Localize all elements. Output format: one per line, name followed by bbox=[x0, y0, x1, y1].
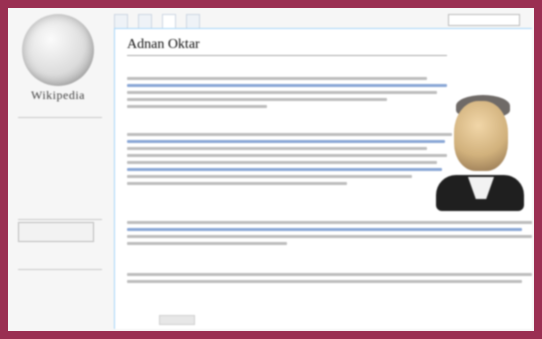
sidebar-section-toolbox bbox=[18, 268, 102, 272]
text-line bbox=[127, 133, 452, 136]
title-divider bbox=[127, 55, 447, 56]
article-paragraph bbox=[127, 217, 532, 249]
text-line bbox=[127, 168, 442, 171]
portrait-face bbox=[454, 101, 508, 171]
article-paragraph bbox=[127, 269, 532, 287]
screenshot-frame: Wikipedia Adnan Oktar bbox=[0, 0, 542, 339]
text-line bbox=[127, 154, 447, 157]
wikipedia-logo[interactable]: Wikipedia bbox=[16, 14, 100, 102]
page-tabs bbox=[114, 14, 200, 28]
text-line bbox=[127, 228, 522, 231]
tab-history[interactable] bbox=[186, 14, 200, 28]
text-line bbox=[127, 77, 427, 80]
browser-window: Wikipedia Adnan Oktar bbox=[10, 10, 532, 329]
text-line bbox=[127, 235, 532, 238]
sidebar-section-navigation bbox=[18, 116, 102, 120]
portrait-image bbox=[436, 91, 524, 211]
search-input[interactable] bbox=[448, 14, 520, 26]
article-paragraph bbox=[127, 73, 457, 112]
text-line bbox=[127, 105, 267, 108]
sidebar-heading-search bbox=[18, 218, 102, 220]
sidebar-heading-toolbox bbox=[18, 268, 102, 270]
page-title: Adnan Oktar bbox=[127, 37, 200, 52]
text-line bbox=[127, 84, 447, 87]
globe-icon bbox=[22, 14, 94, 86]
text-line bbox=[127, 91, 437, 94]
article-content: Adnan Oktar bbox=[114, 28, 532, 329]
text-line bbox=[127, 175, 412, 178]
tab-article[interactable] bbox=[114, 14, 128, 28]
text-line bbox=[127, 242, 287, 245]
text-line bbox=[127, 140, 445, 143]
text-line bbox=[127, 273, 532, 276]
text-line bbox=[127, 147, 427, 150]
tab-edit[interactable] bbox=[162, 14, 176, 28]
article-paragraph bbox=[127, 129, 457, 189]
tab-discussion[interactable] bbox=[138, 14, 152, 28]
logo-wordmark: Wikipedia bbox=[31, 88, 85, 102]
text-line bbox=[127, 280, 522, 283]
text-line bbox=[127, 182, 347, 185]
sidebar: Wikipedia bbox=[10, 10, 108, 329]
text-line bbox=[127, 161, 437, 164]
text-line bbox=[127, 98, 387, 101]
text-line bbox=[127, 221, 532, 224]
footer-chip[interactable] bbox=[159, 315, 195, 325]
sidebar-section-search bbox=[18, 218, 102, 242]
sidebar-heading-navigation bbox=[18, 116, 102, 118]
sidebar-search-box[interactable] bbox=[18, 222, 94, 242]
